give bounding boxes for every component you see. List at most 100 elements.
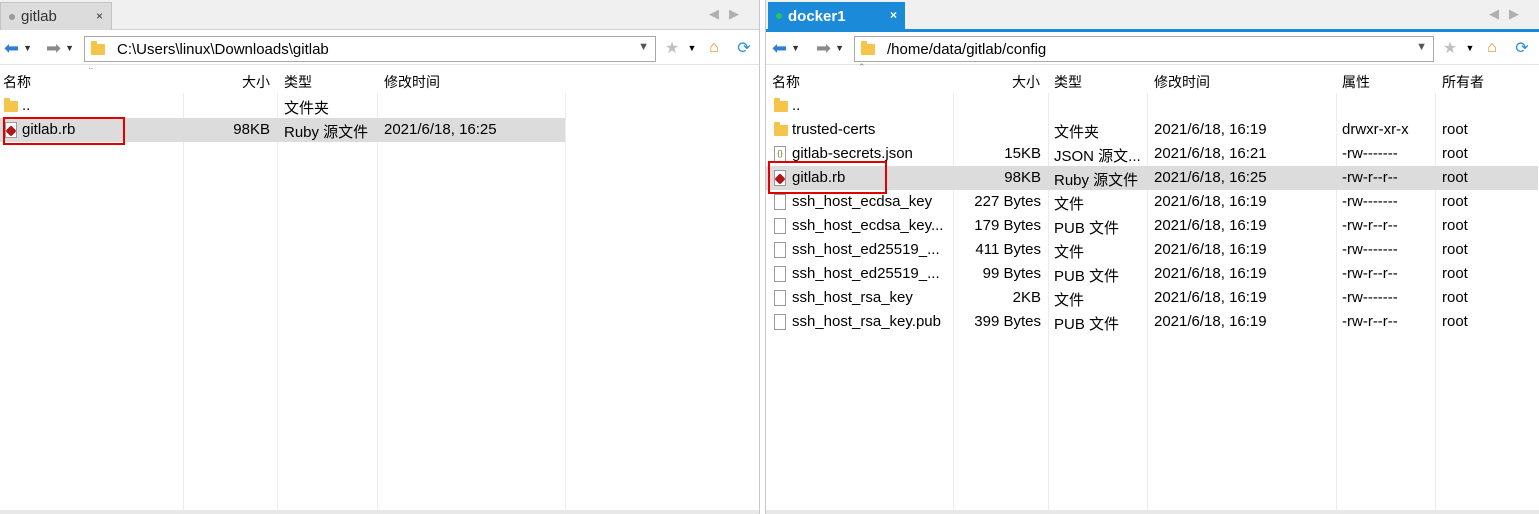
column-header-size[interactable]: 大小 — [242, 72, 270, 92]
file-modified: 2021/6/18, 16:19 — [1154, 265, 1267, 282]
file-type: PUB 文件 — [1054, 316, 1120, 333]
chevron-down-icon[interactable]: ▼ — [682, 38, 702, 58]
file-attributes: -rw-r--r-- — [1342, 313, 1398, 330]
file-type: 文件 — [1054, 244, 1085, 261]
file-modified: 2021/6/18, 16:19 — [1154, 289, 1267, 306]
file-modified: 2021/6/18, 16:25 — [384, 121, 497, 138]
file-owner: root — [1442, 241, 1468, 258]
file-modified: 2021/6/18, 16:19 — [1154, 313, 1267, 330]
arrow-right-icon: ➡ — [46, 37, 62, 58]
tab-gitlab[interactable]: gitlab × — [0, 2, 112, 30]
forward-button[interactable]: ➡ ▼ — [816, 37, 844, 59]
file-type: JSON 源文... — [1054, 148, 1141, 165]
file-type: Ruby 源文件 — [284, 124, 369, 141]
list-item[interactable]: .. 文件夹 — [0, 94, 565, 118]
file-name: ssh_host_rsa_key — [792, 289, 913, 306]
home-icon[interactable]: ⌂ — [704, 38, 724, 58]
column-header-name[interactable]: 名称 — [3, 72, 31, 92]
file-size: 98KB — [1004, 169, 1041, 186]
file-modified: 2021/6/18, 16:21 — [1154, 145, 1267, 162]
chevron-down-icon[interactable]: ▼ — [1416, 41, 1427, 53]
column-header-name[interactable]: 名称 — [772, 72, 800, 92]
refresh-icon[interactable]: ⟳ — [1512, 38, 1532, 58]
file-attributes: -rw-r--r-- — [1342, 265, 1398, 282]
file-icon — [774, 314, 786, 330]
chevron-down-icon[interactable]: ▼ — [638, 41, 649, 53]
file-modified: 2021/6/18, 16:19 — [1154, 193, 1267, 210]
tab-label: docker1 — [788, 7, 846, 25]
highlight-box — [3, 117, 125, 145]
bookmark-star-icon[interactable]: ★ — [662, 38, 682, 58]
file-size: 411 Bytes — [975, 241, 1041, 258]
file-icon — [774, 242, 786, 258]
chevron-down-icon: ▼ — [23, 43, 33, 53]
file-attributes: -rw-r--r-- — [1342, 217, 1398, 234]
status-strip — [0, 510, 759, 514]
list-item[interactable]: ssh_host_ecdsa_key... 179 Bytes PUB 文件 2021… — [766, 214, 1538, 238]
list-item[interactable]: .. — [766, 94, 1538, 118]
file-owner: root — [1442, 289, 1468, 306]
column-header-size[interactable]: 大小 — [1012, 72, 1040, 92]
file-modified: 2021/6/18, 16:19 — [1154, 241, 1267, 258]
close-icon[interactable]: × — [96, 9, 103, 23]
file-size: 179 Bytes — [974, 217, 1041, 234]
file-attributes: -rw-r--r-- — [1342, 169, 1398, 186]
right-tabbar: docker1 × ◀▶ — [766, 0, 1539, 32]
column-header-attributes[interactable]: 属性 — [1342, 72, 1370, 92]
column-header-type[interactable]: 类型 — [1054, 72, 1082, 92]
column-header-modified[interactable]: 修改时间 — [384, 72, 440, 92]
file-size: 15KB — [1004, 145, 1041, 162]
file-size: 399 Bytes — [974, 313, 1041, 330]
file-type: PUB 文件 — [1054, 220, 1120, 237]
back-button[interactable]: ⬅ ▼ — [772, 37, 800, 59]
column-header-modified[interactable]: 修改时间 — [1154, 72, 1210, 92]
list-item[interactable]: ssh_host_rsa_key.pub 399 Bytes PUB 文件 2021/… — [766, 310, 1538, 334]
folder-icon — [91, 40, 105, 55]
chevron-down-icon: ▼ — [835, 43, 845, 53]
file-type: PUB 文件 — [1054, 268, 1120, 285]
close-icon[interactable]: × — [890, 8, 897, 22]
tab-label: gitlab — [21, 8, 57, 25]
file-attributes: -rw------- — [1342, 289, 1398, 306]
file-modified: 2021/6/18, 16:19 — [1154, 217, 1267, 234]
remote-file-pane: docker1 × ◀▶ ⬅ ▼ ➡ ▼ /home/data/gitlab/con… — [765, 0, 1539, 514]
path-text: C:\Users\linux\Downloads\gitlab — [117, 40, 329, 58]
file-owner: root — [1442, 121, 1468, 138]
list-item[interactable]: ssh_host_ed25519_... 99 Bytes PUB 文件 2021/6… — [766, 262, 1538, 286]
tab-docker1[interactable]: docker1 × — [768, 2, 905, 30]
list-item[interactable]: trusted-certs 文件夹 2021/6/18, 16:19 drwxr-xr… — [766, 118, 1538, 142]
arrow-left-icon: ⬅ — [772, 37, 788, 58]
path-input[interactable]: /home/data/gitlab/config ▼ — [854, 36, 1434, 62]
path-input[interactable]: C:\Users\linux\Downloads\gitlab ▼ — [84, 36, 656, 62]
file-name: .. — [22, 97, 31, 114]
folder-icon — [774, 98, 788, 112]
status-strip — [766, 510, 1539, 514]
chevron-down-icon: ▼ — [791, 43, 801, 53]
local-file-pane: gitlab × ◀▶ ⬅ ▼ ➡ ▼ C:\Users\linux\Downloa… — [0, 0, 760, 514]
bookmark-star-icon[interactable]: ★ — [1440, 38, 1460, 58]
file-icon — [774, 266, 786, 282]
column-header-owner[interactable]: 所有者 — [1442, 72, 1484, 92]
file-type: Ruby 源文件 — [1054, 172, 1139, 189]
file-name: ssh_host_ecdsa_key... — [792, 217, 944, 234]
file-owner: root — [1442, 145, 1468, 162]
chevron-down-icon: ▼ — [65, 43, 75, 53]
forward-button[interactable]: ➡ ▼ — [46, 37, 74, 59]
chevron-down-icon[interactable]: ▼ — [1460, 38, 1480, 58]
tab-scroll-arrows[interactable]: ◀▶ — [709, 6, 749, 22]
file-size: 2KB — [1012, 289, 1041, 306]
list-item[interactable]: ssh_host_ed25519_... 411 Bytes 文件 2021/6/18… — [766, 238, 1538, 262]
home-icon[interactable]: ⌂ — [1482, 38, 1502, 58]
connected-status-icon — [776, 13, 782, 19]
tab-scroll-arrows[interactable]: ◀▶ — [1489, 6, 1529, 22]
back-button[interactable]: ⬅ ▼ — [4, 37, 32, 59]
file-name: trusted-certs — [792, 121, 876, 138]
file-icon — [774, 194, 786, 210]
refresh-icon[interactable]: ⟳ — [734, 38, 754, 58]
column-header-type[interactable]: 类型 — [284, 72, 312, 92]
file-size: 227 Bytes — [974, 193, 1041, 210]
file-owner: root — [1442, 217, 1468, 234]
column-divider — [565, 69, 566, 514]
list-item[interactable]: ssh_host_rsa_key 2KB 文件 2021/6/18, 16:19 -rw… — [766, 286, 1538, 310]
file-type: 文件 — [1054, 292, 1085, 309]
